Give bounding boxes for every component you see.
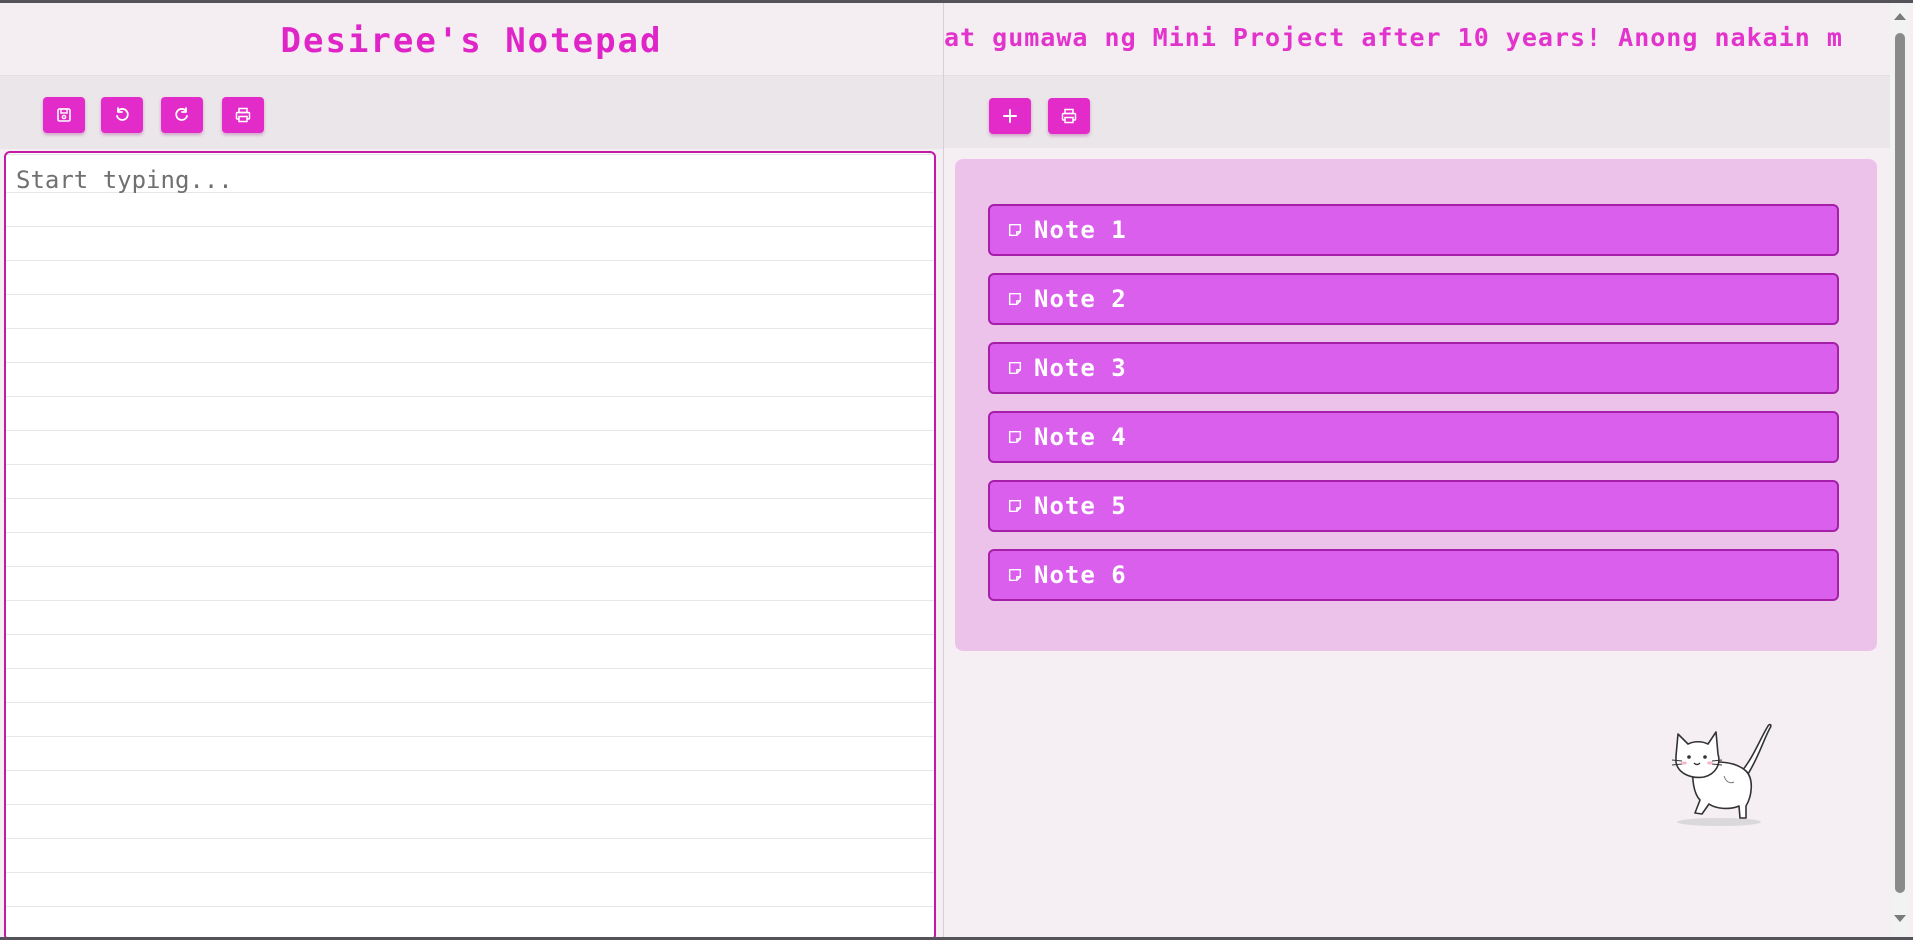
note-item-6[interactable]: Note 6	[988, 549, 1839, 601]
print-notes-button[interactable]	[1048, 98, 1090, 134]
note-label: Note 1	[1034, 216, 1127, 244]
save-icon	[55, 106, 73, 124]
print-icon	[234, 106, 252, 124]
note-label: Note 6	[1034, 561, 1127, 589]
note-label: Note 3	[1034, 354, 1127, 382]
notes-toolbar	[944, 76, 1890, 148]
print-button[interactable]	[222, 97, 264, 133]
redo-icon	[173, 106, 191, 124]
notes-pane: at gumawa ng Mini Project after 10 years…	[944, 3, 1890, 937]
note-label: Note 4	[1034, 423, 1127, 451]
note-label: Note 2	[1034, 285, 1127, 313]
sticky-note-icon	[1006, 428, 1024, 446]
page-title: Desiree's Notepad	[280, 21, 663, 61]
undo-button[interactable]	[101, 97, 143, 133]
sticky-note-icon	[1006, 566, 1024, 584]
sticky-note-icon	[1006, 497, 1024, 515]
note-item-4[interactable]: Note 4	[988, 411, 1839, 463]
sticky-note-icon	[1006, 359, 1024, 377]
editor-header: Desiree's Notepad	[0, 3, 943, 76]
note-item-3[interactable]: Note 3	[988, 342, 1839, 394]
sticky-note-icon	[1006, 290, 1024, 308]
scroll-up-arrow[interactable]	[1894, 13, 1906, 20]
cat-illustration	[1664, 716, 1774, 831]
notes-list: Note 1 Note 2 Note 3 Note 4 Note 5 Note …	[955, 159, 1877, 651]
note-item-5[interactable]: Note 5	[988, 480, 1839, 532]
marquee-banner: at gumawa ng Mini Project after 10 years…	[944, 3, 1890, 76]
print-icon	[1060, 107, 1078, 125]
editor-pane: Desiree's Notepad Start typing...	[0, 3, 944, 937]
sticky-note-icon	[1006, 221, 1024, 239]
vertical-scrollbar[interactable]	[1890, 3, 1910, 937]
marquee-text: at gumawa ng Mini Project after 10 years…	[944, 23, 1843, 52]
note-label: Note 5	[1034, 492, 1127, 520]
scrollbar-thumb[interactable]	[1895, 33, 1905, 893]
editor-placeholder: Start typing...	[16, 166, 233, 194]
undo-icon	[113, 106, 131, 124]
save-button[interactable]	[43, 97, 85, 133]
editor-toolbar	[0, 76, 943, 149]
plus-icon	[1001, 107, 1019, 125]
note-item-2[interactable]: Note 2	[988, 273, 1839, 325]
note-item-1[interactable]: Note 1	[988, 204, 1839, 256]
add-note-button[interactable]	[989, 98, 1031, 134]
redo-button[interactable]	[161, 97, 203, 133]
notepad-app: Desiree's Notepad Start typing... at gum…	[0, 3, 1913, 937]
note-editor[interactable]: Start typing...	[4, 151, 936, 937]
scroll-down-arrow[interactable]	[1894, 915, 1906, 922]
